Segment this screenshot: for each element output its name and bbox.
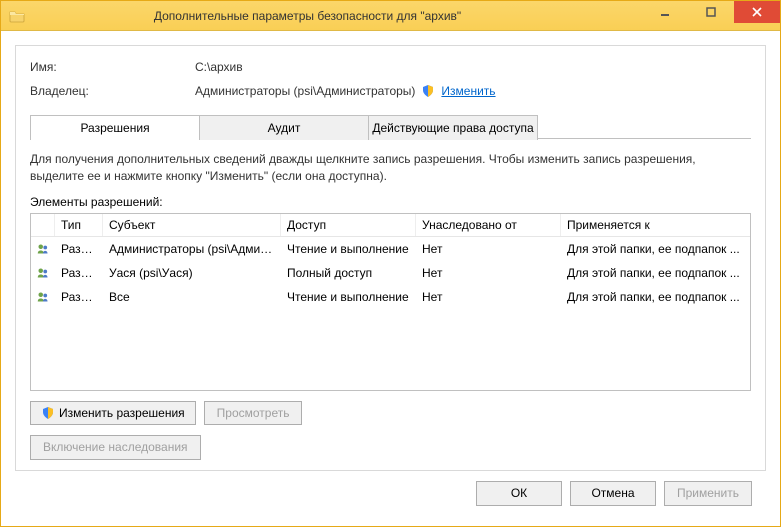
- people-icon: [31, 287, 55, 307]
- tab-audit-label: Аудит: [268, 121, 301, 135]
- shield-icon: [421, 84, 435, 98]
- cell-access: Полный доступ: [281, 264, 416, 282]
- col-subject-header[interactable]: Субъект: [103, 214, 281, 236]
- cell-access: Чтение и выполнение: [281, 240, 416, 258]
- change-owner-link[interactable]: Изменить: [441, 84, 495, 98]
- cell-type: Разр...: [55, 264, 103, 282]
- enable-inheritance-label: Включение наследования: [43, 440, 188, 454]
- cell-subject: Все: [103, 288, 281, 306]
- cell-applies: Для этой папки, ее подпапок ...: [561, 240, 750, 258]
- grid-rows: Разр... Администраторы (psi\Админ... Чте…: [31, 237, 750, 309]
- enable-inheritance-button: Включение наследования: [30, 435, 201, 460]
- folder-icon: [9, 8, 25, 24]
- cell-subject: Администраторы (psi\Админ...: [103, 240, 281, 258]
- owner-value: Администраторы (psi\Администраторы) Изме…: [195, 84, 496, 98]
- dialog-footer: ОК Отмена Применить: [15, 471, 766, 516]
- cell-type: Разр...: [55, 288, 103, 306]
- tab-strip: Разрешения Аудит Действующие права досту…: [30, 114, 751, 139]
- tab-effective-label: Действующие права доступа: [372, 121, 533, 135]
- apply-button: Применить: [664, 481, 752, 506]
- cell-type: Разр...: [55, 240, 103, 258]
- cell-inherited: Нет: [416, 288, 561, 306]
- permissions-grid: Тип Субъект Доступ Унаследовано от Приме…: [30, 213, 751, 391]
- description-text: Для получения дополнительных сведений дв…: [30, 151, 751, 185]
- close-button[interactable]: [734, 1, 780, 23]
- table-row[interactable]: Разр... Все Чтение и выполнение Нет Для …: [31, 285, 750, 309]
- dialog-body: Имя: C:\архив Владелец: Администраторы (…: [1, 31, 780, 526]
- grid-header: Тип Субъект Доступ Унаследовано от Приме…: [31, 214, 750, 237]
- ok-label: ОК: [511, 486, 527, 500]
- name-value: C:\архив: [195, 60, 243, 74]
- cell-access: Чтение и выполнение: [281, 288, 416, 306]
- ok-button[interactable]: ОК: [476, 481, 562, 506]
- cell-inherited: Нет: [416, 264, 561, 282]
- cell-subject: Уася (psi\Уася): [103, 264, 281, 282]
- maximize-button[interactable]: [688, 1, 734, 23]
- security-dialog: Дополнительные параметры безопасности дл…: [0, 0, 781, 527]
- tab-effective[interactable]: Действующие права доступа: [368, 115, 538, 140]
- view-button-label: Просмотреть: [217, 406, 290, 420]
- main-panel: Имя: C:\архив Владелец: Администраторы (…: [15, 45, 766, 471]
- tab-audit[interactable]: Аудит: [199, 115, 369, 140]
- cancel-button[interactable]: Отмена: [570, 481, 656, 506]
- table-row[interactable]: Разр... Уася (psi\Уася) Полный доступ Не…: [31, 261, 750, 285]
- apply-label: Применить: [677, 486, 739, 500]
- tab-permissions[interactable]: Разрешения: [30, 115, 200, 140]
- col-applies-header[interactable]: Применяется к: [561, 214, 750, 236]
- people-icon: [31, 239, 55, 259]
- view-button: Просмотреть: [204, 401, 303, 426]
- col-type-header[interactable]: Тип: [55, 214, 103, 236]
- change-permissions-button[interactable]: Изменить разрешения: [30, 401, 196, 426]
- table-row[interactable]: Разр... Администраторы (psi\Админ... Чте…: [31, 237, 750, 261]
- window-title: Дополнительные параметры безопасности дл…: [33, 9, 642, 23]
- cell-applies: Для этой папки, ее подпапок ...: [561, 288, 750, 306]
- change-permissions-label: Изменить разрешения: [59, 405, 185, 422]
- inheritance-row: Включение наследования: [30, 435, 751, 460]
- owner-row: Владелец: Администраторы (psi\Администра…: [30, 84, 751, 98]
- shield-icon: [41, 406, 55, 420]
- entries-label: Элементы разрешений:: [30, 195, 751, 209]
- cancel-label: Отмена: [591, 486, 634, 500]
- people-icon: [31, 263, 55, 283]
- action-button-row: Изменить разрешения Просмотреть: [30, 401, 751, 426]
- tab-underline: [538, 138, 751, 139]
- tab-permissions-body: Для получения дополнительных сведений дв…: [30, 138, 751, 460]
- cell-inherited: Нет: [416, 240, 561, 258]
- col-access-header[interactable]: Доступ: [281, 214, 416, 236]
- owner-label: Владелец:: [30, 84, 195, 98]
- minimize-button[interactable]: [642, 1, 688, 23]
- name-row: Имя: C:\архив: [30, 60, 751, 74]
- col-icon-header[interactable]: [31, 214, 55, 236]
- titlebar: Дополнительные параметры безопасности дл…: [1, 1, 780, 31]
- cell-applies: Для этой папки, ее подпапок ...: [561, 264, 750, 282]
- tab-permissions-label: Разрешения: [80, 121, 149, 135]
- window-controls: [642, 1, 780, 30]
- col-inherited-header[interactable]: Унаследовано от: [416, 214, 561, 236]
- owner-text: Администраторы (psi\Администраторы): [195, 84, 415, 98]
- name-label: Имя:: [30, 60, 195, 74]
